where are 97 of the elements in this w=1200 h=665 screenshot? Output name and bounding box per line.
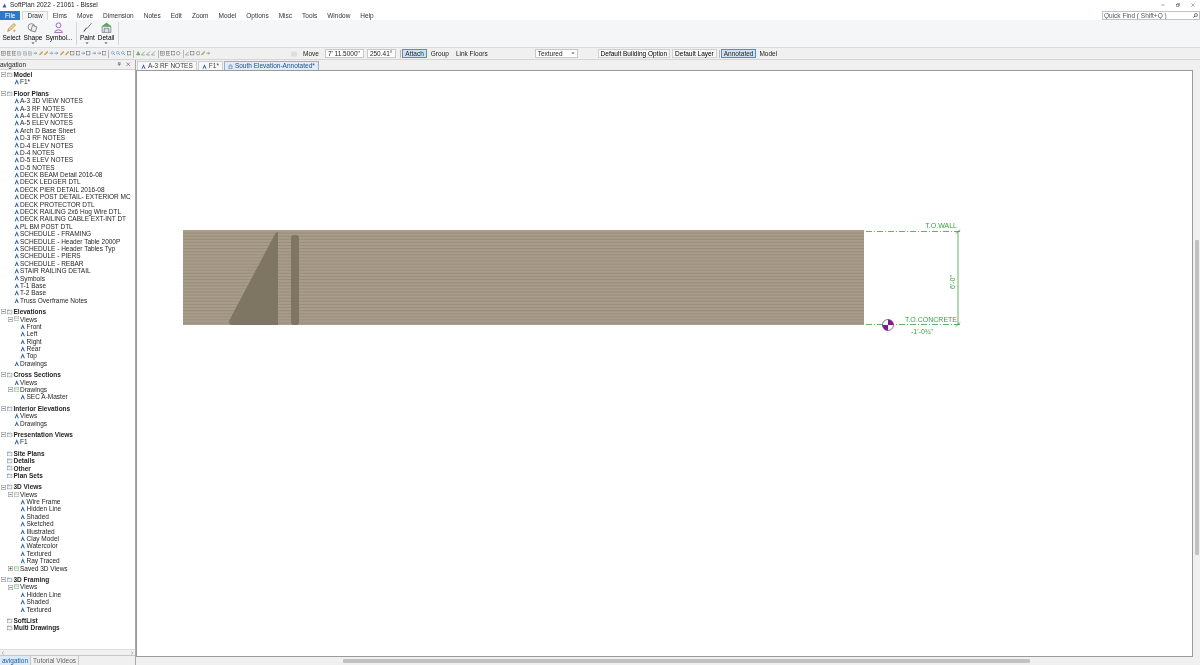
arrow-icon [33, 51, 38, 56]
collapse-icon[interactable] [7, 584, 13, 590]
restore-icon [1175, 3, 1180, 7]
toolbar-button[interactable] [6, 50, 12, 57]
toolbar-button[interactable] [48, 50, 54, 57]
grip-icon [291, 49, 297, 58]
toolbar-button[interactable] [184, 50, 190, 57]
collapse-icon[interactable] [1, 406, 6, 411]
collapse-icon[interactable] [1, 309, 6, 315]
scroll-right-icon[interactable] [130, 650, 134, 655]
toolbar-button[interactable] [145, 50, 151, 57]
toolbar-button[interactable] [189, 50, 196, 57]
window-icon [13, 565, 19, 572]
window-icon [13, 584, 19, 590]
toolbar-button[interactable] [205, 50, 211, 57]
close-icon [126, 62, 131, 67]
toolbar-button[interactable] [1, 50, 7, 57]
house-icon [227, 63, 233, 69]
toolbar-button[interactable] [32, 50, 39, 57]
pencil-icon [6, 22, 18, 33]
folder-icon [7, 576, 13, 583]
toolbar-button[interactable] [22, 50, 28, 57]
expand-icon[interactable] [7, 565, 13, 571]
folder-icon [7, 71, 13, 78]
folder-icon [7, 431, 13, 438]
datum-marker-icon [882, 319, 894, 331]
toolbar-button[interactable] [135, 50, 141, 57]
brush-icon [81, 22, 93, 33]
toolbar-button[interactable] [75, 50, 81, 57]
figure-icon [53, 22, 65, 33]
collapse-icon[interactable] [1, 577, 6, 583]
toolbar-button[interactable] [16, 50, 23, 57]
window-icon [13, 491, 19, 498]
collapse-icon[interactable] [1, 432, 6, 438]
toolbar-button[interactable] [115, 50, 122, 57]
toolbar-button[interactable] [140, 50, 146, 57]
toolbar-button[interactable] [64, 50, 70, 57]
collapse-icon[interactable] [7, 387, 13, 393]
folder-icon [7, 405, 13, 412]
toolbar-button[interactable] [151, 50, 157, 57]
toolbar-button[interactable] [121, 50, 127, 57]
collapse-icon[interactable] [7, 491, 13, 497]
toolbar-button[interactable] [126, 50, 132, 57]
toolbar-button[interactable] [43, 50, 49, 57]
chevron-icon [13, 379, 19, 386]
toolbar-button[interactable] [96, 50, 102, 57]
toolbar-button[interactable] [159, 50, 166, 57]
toolbar-button[interactable] [69, 50, 76, 57]
toolbar-button[interactable] [101, 50, 107, 57]
pencil-icon [200, 51, 206, 56]
toolbar-button[interactable] [11, 50, 17, 57]
search-icon [1193, 12, 1198, 18]
scrollbar-thumb[interactable] [343, 659, 1030, 663]
toolbar-button[interactable] [91, 50, 97, 57]
toolbar-button[interactable] [80, 50, 86, 57]
angle-icon [184, 51, 190, 56]
window-icon [13, 386, 19, 393]
collapse-icon[interactable] [1, 90, 6, 96]
scroll-left-icon[interactable] [1, 650, 5, 655]
house-icon [100, 22, 112, 33]
caret-icon [570, 52, 575, 55]
folder-icon [7, 372, 13, 378]
chevron-icon [201, 63, 207, 69]
circle-icon [176, 51, 181, 56]
scrollbar-thumb[interactable] [1194, 240, 1199, 555]
toolbar-button[interactable] [170, 50, 176, 57]
collapse-icon[interactable] [1, 372, 6, 378]
chevron-icon [20, 394, 26, 400]
pin-icon [117, 62, 122, 67]
folder-icon [7, 309, 13, 315]
toolbar-button[interactable] [110, 50, 116, 57]
close-button[interactable] [125, 61, 132, 68]
chevron-icon [13, 79, 19, 85]
toolbar-button[interactable] [195, 50, 201, 57]
chevron-icon [141, 63, 146, 69]
collapse-icon[interactable] [1, 72, 6, 78]
folder-icon [7, 484, 13, 490]
chevron-icon [13, 439, 19, 445]
window-icon [13, 316, 19, 322]
collapse-icon[interactable] [1, 484, 6, 490]
toolbar-button[interactable] [200, 50, 206, 57]
collapse-icon[interactable] [7, 316, 13, 322]
arrow-icon [80, 51, 86, 56]
pin-button[interactable] [116, 61, 123, 68]
circle-icon [195, 51, 200, 56]
toolbar-button[interactable] [38, 50, 44, 57]
folder-icon [7, 90, 13, 97]
toolbar-button[interactable] [175, 50, 181, 57]
toolbar-button[interactable] [27, 50, 33, 57]
toolbar-button[interactable] [85, 50, 92, 57]
arrow-icon [206, 51, 211, 56]
close-icon [1190, 3, 1195, 7]
toolbar-button[interactable] [53, 50, 60, 57]
toolbar-button[interactable] [59, 50, 65, 57]
triangle-icon [2, 2, 7, 8]
toolbar-button[interactable] [165, 50, 171, 57]
triangle-icon [135, 51, 140, 56]
